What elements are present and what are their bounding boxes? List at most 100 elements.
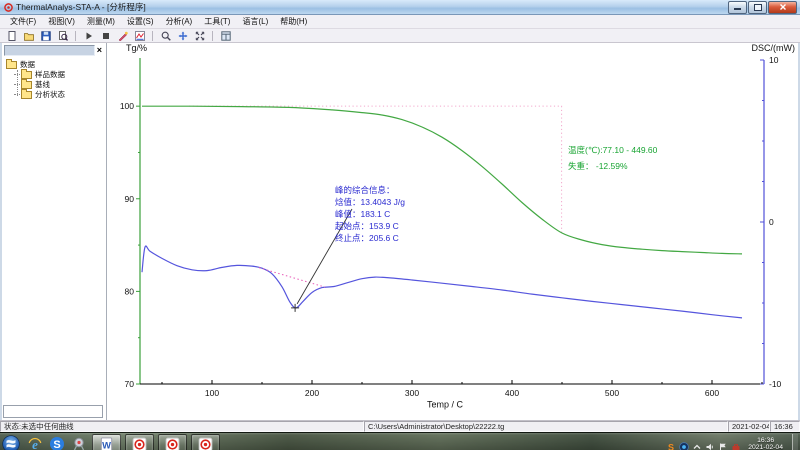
taskbar-clock[interactable]: 16:36 2021-02-04 <box>744 437 787 450</box>
status-bar: 状态:未选中任何曲线 C:\Users\Administrator\Deskto… <box>0 420 800 432</box>
toolbar-separator <box>75 31 76 41</box>
menu-item-0[interactable]: 文件(F) <box>4 16 42 27</box>
red-app-icon <box>165 437 180 450</box>
svg-text:70: 70 <box>125 379 135 389</box>
comm-tool-icon <box>71 436 87 450</box>
system-tray: S 16:36 2021-02-04 <box>666 434 798 450</box>
panel-close-button[interactable]: × <box>95 46 104 55</box>
chart-svg: 708090100-10010100200300400500600Tg/%DSC… <box>2 3 800 420</box>
grid-view-icon <box>221 31 231 41</box>
menu-item-5[interactable]: 工具(T) <box>198 16 236 27</box>
tree-item-root[interactable]: 数据 <box>2 60 106 70</box>
svg-text:100: 100 <box>120 101 134 111</box>
toolbar-grid-view-button[interactable] <box>218 29 233 43</box>
peak-cross-marker <box>291 304 299 312</box>
stop-icon <box>101 31 111 41</box>
svg-text:W: W <box>102 440 111 450</box>
toolbar-separator <box>212 31 213 41</box>
shield-tray-icon[interactable] <box>679 439 689 449</box>
status-time: 16:36 <box>770 421 800 432</box>
toolbar-print-preview-button[interactable] <box>55 29 70 43</box>
series-TG <box>142 106 742 254</box>
svg-text:峰值：183.1 C: 峰值：183.1 C <box>335 209 390 219</box>
restore-button[interactable] <box>748 1 767 14</box>
svg-text:-10: -10 <box>769 379 782 389</box>
red-app-icon <box>198 437 213 450</box>
thermal-app-taskbar-button-5[interactable] <box>158 434 187 450</box>
tree-item-label: 样品数据 <box>35 70 65 80</box>
svg-text:300: 300 <box>405 388 419 398</box>
s-browser-taskbar-icon[interactable]: S <box>49 436 65 450</box>
toolbar-edit-tool-button[interactable] <box>115 29 130 43</box>
word-taskbar-button[interactable]: W <box>92 434 121 450</box>
minimize-icon <box>734 8 741 10</box>
toolbar-curve-chart-button[interactable] <box>132 29 147 43</box>
title-bar: ThermalAnalys-STA-A - [分析程序] <box>0 0 800 15</box>
new-icon <box>7 31 17 41</box>
toolbar-new-button[interactable] <box>4 29 19 43</box>
sidebar-panel: × 数据样品数据基线分析状态 <box>2 43 107 420</box>
zoom-in-icon <box>161 31 171 41</box>
svg-text:S: S <box>53 439 60 450</box>
show-desktop-button[interactable] <box>792 434 798 450</box>
caret-up-tray-icon[interactable] <box>692 439 702 449</box>
print-preview-icon <box>58 31 68 41</box>
status-file-path: C:\Users\Administrator\Desktop\22222.tg <box>364 421 728 432</box>
toolbar-separator <box>152 31 153 41</box>
sidebar-title-field <box>4 45 95 56</box>
red-app-icon <box>132 437 147 450</box>
start-button[interactable] <box>2 435 20 450</box>
toolbar-save-button[interactable] <box>38 29 53 43</box>
word-icon: W <box>99 437 114 450</box>
menu-bar: 文件(F)视图(V)测量(M)设置(S)分析(A)工具(T)语言(L)帮助(H) <box>0 15 800 29</box>
flag-tray-icon[interactable] <box>718 439 728 449</box>
toolbar-scale-axes-button[interactable] <box>192 29 207 43</box>
app-window: ThermalAnalys-STA-A - [分析程序] 文件(F)视图(V)测… <box>0 0 800 450</box>
window-controls <box>728 1 797 14</box>
thermal-app-taskbar-button-4[interactable] <box>125 434 154 450</box>
svg-text:温度(℃):77.10 - 449.60: 温度(℃):77.10 - 449.60 <box>568 145 658 155</box>
tray-icons: S <box>666 439 741 449</box>
svg-text:90: 90 <box>125 194 135 204</box>
save-icon <box>41 31 51 41</box>
thermal-app-taskbar-button-6[interactable] <box>191 434 220 450</box>
svg-text:焓值：13.4043 J/g: 焓值：13.4043 J/g <box>335 197 405 207</box>
taskbar: e S W S 16:36 2021-02-04 <box>0 432 800 450</box>
menu-item-2[interactable]: 测量(M) <box>81 16 121 27</box>
svg-text:200: 200 <box>305 388 319 398</box>
sidebar-header: × <box>2 43 106 57</box>
toolbox-tray-icon[interactable] <box>731 439 741 449</box>
menu-item-3[interactable]: 设置(S) <box>121 16 160 27</box>
volume-tray-icon[interactable] <box>705 439 715 449</box>
toolbar-pan-button[interactable] <box>175 29 190 43</box>
toolbar-stop-button[interactable] <box>98 29 113 43</box>
svg-text:S: S <box>668 443 674 450</box>
menu-item-4[interactable]: 分析(A) <box>160 16 199 27</box>
tree-item-label: 基线 <box>35 80 50 90</box>
svg-text:500: 500 <box>605 388 619 398</box>
toolbar-zoom-in-button[interactable] <box>158 29 173 43</box>
sogou-tray-icon[interactable]: S <box>666 439 676 449</box>
svg-text:起始点：153.9 C: 起始点：153.9 C <box>335 221 399 231</box>
svg-text:400: 400 <box>505 388 519 398</box>
folder-icon <box>21 71 32 79</box>
comm-tool-taskbar-icon[interactable] <box>71 436 87 450</box>
svg-text:80: 80 <box>125 286 135 296</box>
ie-taskbar-icon[interactable]: e <box>27 436 43 450</box>
minimize-button[interactable] <box>728 1 747 14</box>
status-text: 状态:未选中任何曲线 <box>0 421 364 432</box>
svg-text:DSC/(mW): DSC/(mW) <box>752 43 796 53</box>
client-area: × 数据样品数据基线分析状态 708090100-100101002003004… <box>0 43 800 420</box>
close-button[interactable] <box>768 1 797 14</box>
svg-text:Tg/%: Tg/% <box>126 43 147 53</box>
menu-item-6[interactable]: 语言(L) <box>236 16 274 27</box>
toolbar-run-button[interactable] <box>81 29 96 43</box>
restore-icon <box>754 4 762 11</box>
svg-text:e: e <box>32 437 38 450</box>
menu-item-1[interactable]: 视图(V) <box>42 16 81 27</box>
tree-item-label: 分析状态 <box>35 90 65 100</box>
clock-time: 16:36 <box>748 437 783 445</box>
close-icon <box>779 3 787 11</box>
toolbar-open-button[interactable] <box>21 29 36 43</box>
menu-item-7[interactable]: 帮助(H) <box>274 16 313 27</box>
